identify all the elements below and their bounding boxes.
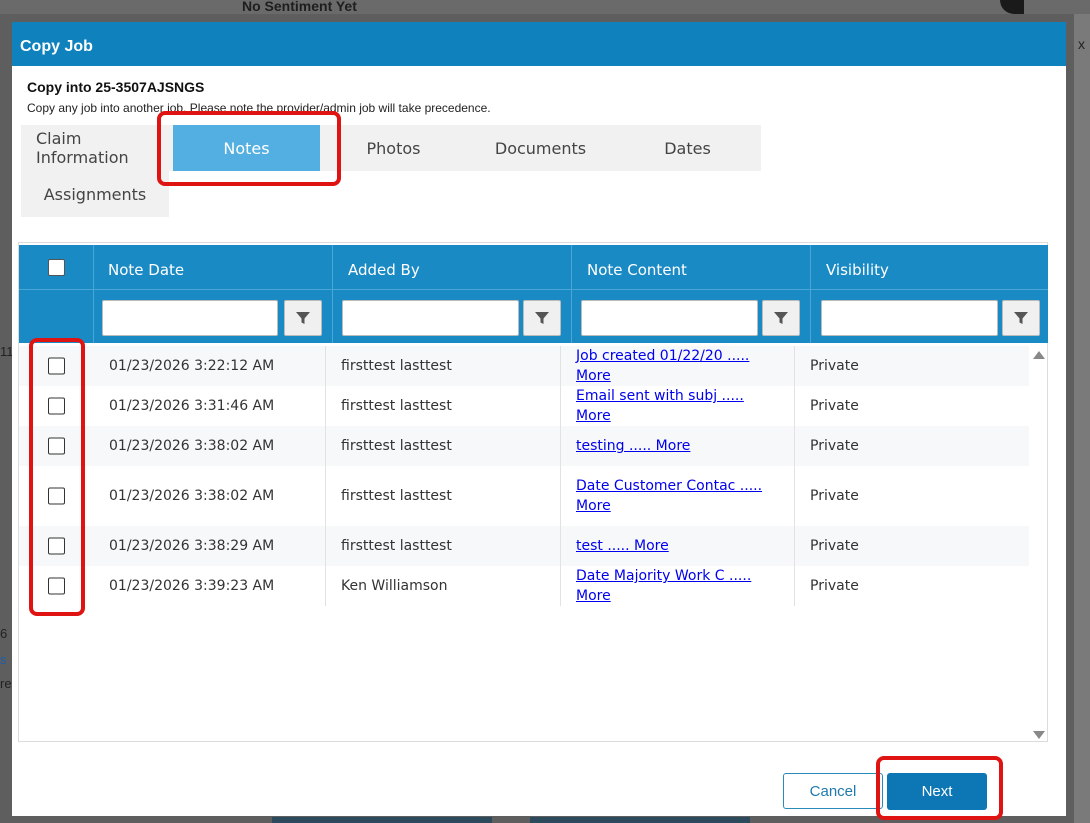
note-date-cell: 01/23/2026 3:38:02 AM: [109, 438, 275, 454]
copy-into-title: Copy into 25-3507AJSNGS: [27, 79, 205, 95]
note-date-cell: 01/23/2026 3:39:23 AM: [109, 578, 275, 594]
scroll-down-arrow-icon[interactable]: [1033, 731, 1045, 739]
header-note-date: Note Date: [94, 245, 333, 343]
visibility-cell: Private: [810, 578, 859, 594]
note-date-cell: 01/23/2026 3:31:46 AM: [109, 398, 275, 414]
column-header-note-content[interactable]: Note Content: [587, 261, 687, 279]
modal-title: Copy Job: [20, 38, 93, 55]
notes-grid: Note Date Added By Note Content Visibili…: [18, 242, 1048, 742]
visibility-cell: Private: [810, 358, 859, 374]
tab-assignments[interactable]: Assignments: [21, 171, 169, 217]
checkbox-column-highlight: [29, 338, 85, 616]
filter-icon: [1014, 312, 1028, 324]
table-row[interactable]: 01/23/2026 3:38:02 AM firsttest lasttest…: [19, 426, 1029, 466]
backdrop-bar: [530, 817, 750, 823]
added-by-cell: Ken Williamson: [341, 578, 448, 594]
notes-tab-highlight: [157, 111, 341, 186]
visibility-filter-input[interactable]: [821, 300, 998, 336]
backdrop-right-strip: [1074, 14, 1090, 823]
note-date-cell: 01/23/2026 3:38:29 AM: [109, 538, 275, 554]
filter-icon: [296, 312, 310, 324]
tab-documents[interactable]: Documents: [467, 125, 614, 171]
column-header-visibility[interactable]: Visibility: [826, 261, 889, 279]
added-by-cell: firsttest lasttest: [341, 358, 452, 374]
note-date-cell: 01/23/2026 3:22:12 AM: [109, 358, 275, 374]
visibility-filter-button[interactable]: [1002, 300, 1040, 336]
modal-header: Copy Job: [12, 22, 1066, 66]
header-note-content: Note Content: [572, 245, 811, 343]
table-row[interactable]: 01/23/2026 3:38:02 AM firsttest lasttest…: [19, 466, 1029, 526]
note-content-link[interactable]: Date Majority Work C ..... More: [576, 566, 776, 606]
added-by-filter-button[interactable]: [523, 300, 561, 336]
header-visibility: Visibility: [811, 245, 1048, 343]
column-header-added-by[interactable]: Added By: [348, 261, 420, 279]
backdrop-fragment: s: [0, 652, 7, 667]
note-content-link[interactable]: Email sent with subj ..... More: [576, 386, 776, 426]
filter-icon: [535, 312, 549, 324]
table-row[interactable]: 01/23/2026 3:39:23 AM Ken Williamson Dat…: [19, 566, 1029, 606]
note-content-link[interactable]: Date Customer Contac ..... More: [576, 476, 766, 516]
note-content-filter-button[interactable]: [762, 300, 800, 336]
note-date-filter-input[interactable]: [102, 300, 278, 336]
column-header-note-date[interactable]: Note Date: [108, 261, 184, 279]
filter-icon: [774, 312, 788, 324]
table-row[interactable]: 01/23/2026 3:38:29 AM firsttest lasttest…: [19, 526, 1029, 566]
tab-photos[interactable]: Photos: [320, 125, 467, 171]
visibility-cell: Private: [810, 488, 859, 504]
backdrop-bar: [272, 817, 492, 823]
next-button-highlight: [876, 756, 1003, 820]
scroll-up-arrow-icon[interactable]: [1033, 351, 1045, 359]
backdrop-fragment: 6: [0, 626, 8, 641]
note-content-filter-input[interactable]: [581, 300, 758, 336]
backdrop-close-fragment: x: [1078, 36, 1085, 52]
visibility-cell: Private: [810, 538, 859, 554]
visibility-cell: Private: [810, 398, 859, 414]
tab-claim-information[interactable]: Claim Information: [21, 125, 173, 171]
added-by-cell: firsttest lasttest: [341, 538, 452, 554]
visibility-cell: Private: [810, 438, 859, 454]
backdrop-fragment: re: [0, 676, 12, 691]
backdrop-sentiment-text: No Sentiment Yet: [242, 0, 357, 14]
select-all-checkbox[interactable]: [48, 259, 65, 276]
added-by-cell: firsttest lasttest: [341, 488, 452, 504]
table-row[interactable]: 01/23/2026 3:22:12 AM firsttest lasttest…: [19, 346, 1029, 386]
header-added-by: Added By: [333, 245, 572, 343]
note-content-link[interactable]: testing ..... More: [576, 436, 776, 456]
cancel-button[interactable]: Cancel: [783, 773, 883, 809]
note-date-cell: 01/23/2026 3:38:02 AM: [109, 488, 275, 504]
note-date-filter-button[interactable]: [284, 300, 322, 336]
tab-dates[interactable]: Dates: [614, 125, 761, 171]
header-select-cell: [19, 245, 94, 343]
tab-bar: Claim Information Photos Documents Dates…: [21, 125, 761, 219]
table-row[interactable]: 01/23/2026 3:31:46 AM firsttest lasttest…: [19, 386, 1029, 426]
added-by-cell: firsttest lasttest: [341, 398, 452, 414]
grid-header: Note Date Added By Note Content Visibili…: [19, 245, 1048, 343]
added-by-filter-input[interactable]: [342, 300, 519, 336]
note-content-link[interactable]: test ..... More: [576, 536, 776, 556]
added-by-cell: firsttest lasttest: [341, 438, 452, 454]
note-content-link[interactable]: Job created 01/22/20 ..... More: [576, 346, 776, 386]
backdrop-top: [0, 0, 1090, 14]
header-separator: [19, 289, 1048, 290]
